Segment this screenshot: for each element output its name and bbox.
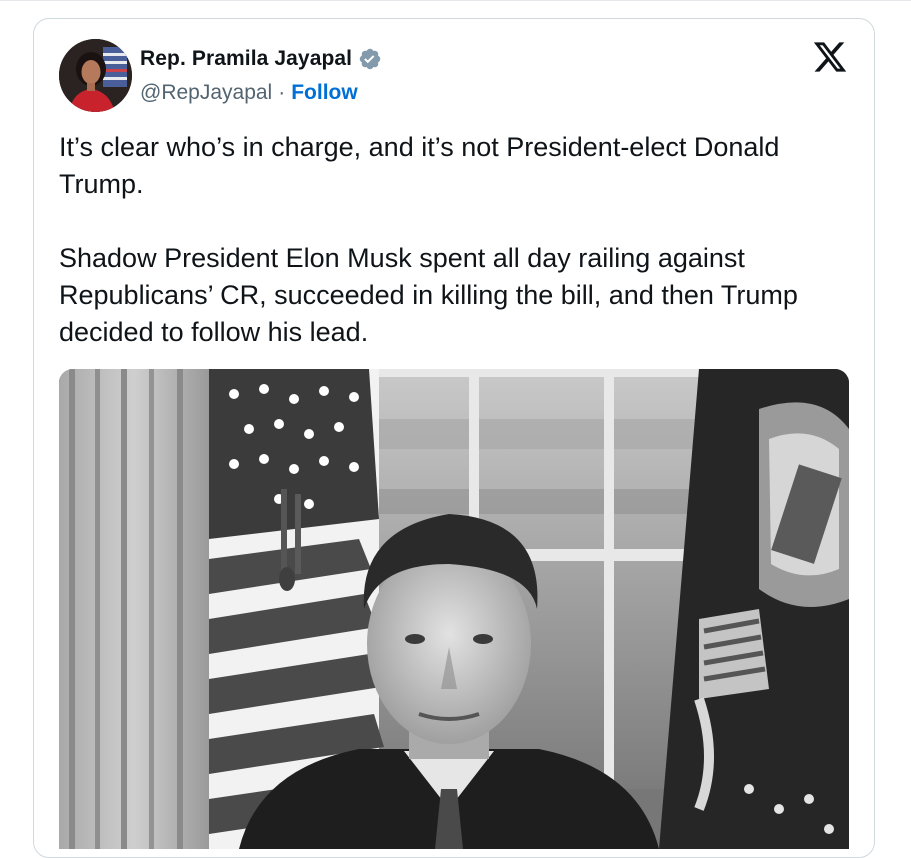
author-avatar[interactable] [59,39,132,112]
author-handle-row: @RepJayapal · Follow [140,79,358,107]
top-divider [0,0,911,1]
author-display-name[interactable]: Rep. Pramila Jayapal [140,47,352,71]
x-logo-icon[interactable] [812,39,848,75]
tweet-card[interactable]: Rep. Pramila Jayapal @RepJayapal · Follo… [33,18,875,858]
author-handle[interactable]: @RepJayapal [140,81,272,105]
tweet-text: It’s clear who’s in charge, and it’s not… [59,132,798,347]
follow-button[interactable]: Follow [291,81,358,105]
avatar-image [59,39,132,112]
separator-dot: · [278,81,286,104]
photo-illustration [59,369,849,849]
verified-badge-icon [358,47,382,71]
author-name-row: Rep. Pramila Jayapal [140,45,382,73]
curtain [59,369,209,849]
tweet-media-photo[interactable] [59,369,849,849]
